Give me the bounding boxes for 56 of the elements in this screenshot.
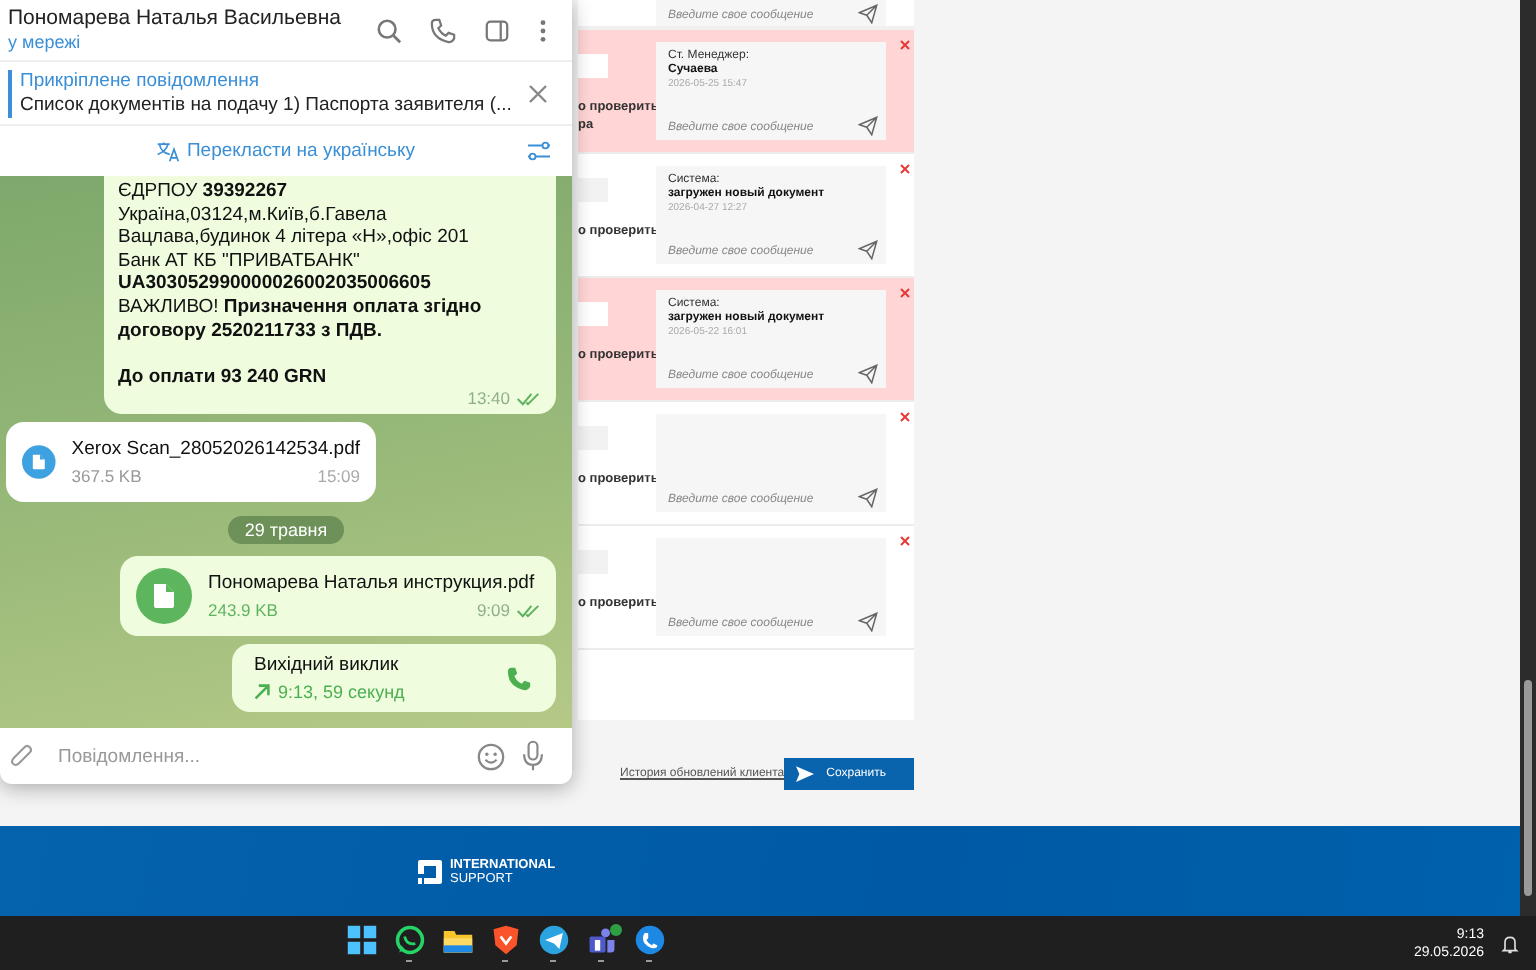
paper-plane-icon[interactable] <box>537 924 569 956</box>
close-icon[interactable] <box>900 288 910 298</box>
pinned-text: Список документів на подачу 1) Паспорта заявителя (... <box>20 93 514 117</box>
input-field[interactable] <box>578 54 608 78</box>
people-icon[interactable] <box>585 924 617 956</box>
chat-bubble-icon[interactable] <box>393 924 425 956</box>
send-icon[interactable] <box>858 612 878 632</box>
file-name[interactable]: Пономарева Наталья инструкция.pdf <box>208 572 540 595</box>
close-icon[interactable] <box>900 412 910 422</box>
input-field[interactable] <box>578 178 608 202</box>
phone-icon[interactable] <box>633 924 665 956</box>
close-icon[interactable] <box>900 164 910 174</box>
shield-icon[interactable] <box>489 924 521 956</box>
pinned-label: Прикріплене повідомлення <box>20 69 262 93</box>
message-time: 15:09 <box>317 466 360 487</box>
close-icon[interactable] <box>528 83 548 103</box>
send-icon <box>796 766 815 782</box>
file-size: 367.5 KB <box>71 466 142 487</box>
filter-icon[interactable] <box>526 140 552 162</box>
send-icon[interactable] <box>858 488 878 508</box>
close-icon[interactable] <box>900 40 910 50</box>
translate-icon <box>156 140 181 162</box>
send-icon[interactable] <box>858 240 878 260</box>
contact-name: Пономарева Наталья Васильевна <box>8 6 344 32</box>
send-icon[interactable] <box>858 116 878 136</box>
file-icon[interactable] <box>136 568 192 625</box>
microphone-icon[interactable] <box>522 740 544 772</box>
search-icon[interactable] <box>376 17 402 43</box>
scrollbar[interactable] <box>1520 0 1536 916</box>
arrow-up-right-icon <box>254 684 270 701</box>
input-field[interactable] <box>578 426 608 450</box>
call-detail: 9:13, 59 секунд <box>278 682 405 703</box>
file-size: 243.9 KB <box>208 600 278 621</box>
sidebar-icon[interactable] <box>484 17 510 43</box>
scrollbar-thumb[interactable] <box>1524 680 1532 896</box>
translate-button[interactable]: Перекласти на українську <box>156 140 416 162</box>
paperclip-icon[interactable] <box>8 742 34 770</box>
logo-icon <box>416 857 444 885</box>
pinned-message[interactable]: Прикріплене повідомлення Список документів на подачу 1) Паспорта заявителя (... <box>0 62 572 126</box>
file-name[interactable]: Xerox Scan_28052026142534.pdf <box>71 438 360 461</box>
close-icon[interactable] <box>900 536 910 546</box>
message-time: 9:09 <box>476 600 510 621</box>
message-text: ЄДРПОУ 39392267 Україна,03124,м.Київ,б.Гавела Вацлава,будинок 4 літера «Н»,офіс 201 Банк АТ КБ "ПРИВАТБАНК" UA303052990000026002035006605 ВАЖЛИВО! Призначення оплата згідно договору 2520211733 з ПДВ. До оплати 93 240 GRN <box>118 180 484 389</box>
input-field[interactable] <box>578 302 608 326</box>
send-icon[interactable] <box>858 364 878 384</box>
contact-status: у мережі <box>8 32 83 54</box>
notification-icon[interactable] <box>1500 933 1520 953</box>
message-time: 13:40 <box>467 388 510 409</box>
grid-icon[interactable] <box>345 924 377 956</box>
message-input[interactable]: Повідомлення... <box>50 745 460 767</box>
send-icon[interactable] <box>858 4 878 24</box>
more-icon[interactable] <box>538 17 548 43</box>
call-title: Вихідний виклик <box>254 654 401 677</box>
input-field[interactable] <box>578 550 608 574</box>
date-label: 29 травня <box>228 516 344 545</box>
emoji-icon[interactable] <box>476 741 506 771</box>
